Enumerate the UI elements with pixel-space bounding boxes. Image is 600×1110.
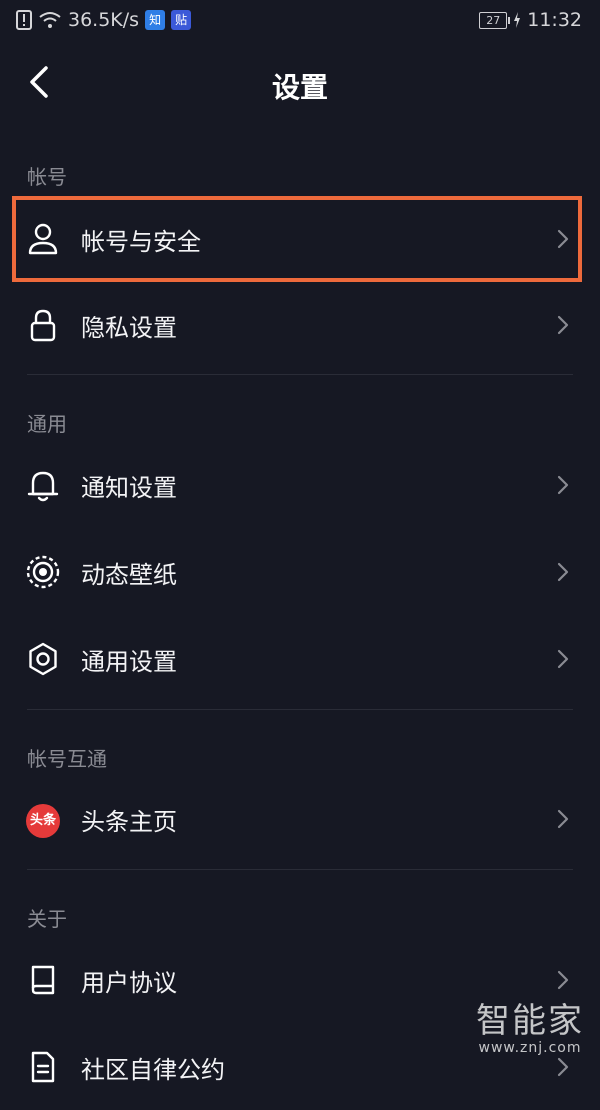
section-heading-general: 通用 <box>27 412 67 436</box>
clock: 11:32 <box>527 9 582 31</box>
gear-icon <box>29 642 57 676</box>
section-heading-about: 关于 <box>27 907 67 931</box>
settings-item-label: 社区自律公约 <box>81 1056 225 1084</box>
settings-item-label: 用户协议 <box>81 969 177 997</box>
settings-item-label: 隐私设置 <box>81 314 177 342</box>
charging-icon <box>514 12 521 28</box>
settings-item-label: 通用设置 <box>81 648 177 676</box>
chevron-right-icon <box>557 970 569 990</box>
chevron-right-icon <box>557 562 569 582</box>
chevron-right-icon <box>557 809 569 829</box>
live-wallpaper-icon <box>26 555 60 589</box>
watermark-url: www.znj.com <box>478 1040 582 1056</box>
settings-item-toutiao-homepage[interactable]: 头条 头条主页 <box>0 776 600 862</box>
status-bar-left: 36.5K/s 知 贴 <box>16 8 192 32</box>
wifi-icon <box>39 12 61 28</box>
settings-item-general[interactable]: 通用设置 <box>0 616 600 702</box>
settings-item-label: 通知设置 <box>81 474 177 502</box>
page-title: 设置 <box>271 71 328 104</box>
settings-item-notifications[interactable]: 通知设置 <box>0 442 600 528</box>
header: 设置 <box>0 40 600 126</box>
watermark: 智能家 www.znj.com <box>476 993 584 1056</box>
settings-item-privacy[interactable]: 隐私设置 <box>0 282 600 368</box>
book-icon <box>31 965 55 995</box>
status-bar: 36.5K/s 知 贴 27 11:32 <box>0 0 600 40</box>
network-speed: 36.5K/s <box>68 9 140 31</box>
chevron-right-icon <box>557 475 569 495</box>
divider <box>27 709 573 710</box>
chevron-right-icon <box>557 649 569 669</box>
watermark-name: 智能家 <box>476 1001 584 1041</box>
section-heading-linked-accounts: 帐号互通 <box>27 747 107 771</box>
settings-item-account-security[interactable]: 帐号与安全 <box>0 196 600 282</box>
document-icon <box>31 1051 55 1083</box>
settings-item-label: 头条主页 <box>81 808 177 836</box>
settings-item-label: 动态壁纸 <box>81 561 177 589</box>
battery-icon: 27 <box>479 11 511 29</box>
zhihu-app-icon: 知 <box>145 10 166 30</box>
toutiao-logo: 头条 <box>26 804 60 838</box>
divider <box>27 869 573 870</box>
settings-item-label: 帐号与安全 <box>81 228 201 256</box>
bell-icon <box>27 471 59 502</box>
chevron-right-icon <box>557 315 569 335</box>
chevron-right-icon <box>557 1057 569 1077</box>
user-icon <box>28 223 58 255</box>
status-bar-right: 27 11:32 <box>479 8 582 32</box>
lock-icon <box>30 309 56 342</box>
tieba-app-icon: 贴 <box>171 10 192 30</box>
settings-item-live-wallpaper[interactable]: 动态壁纸 <box>0 529 600 615</box>
notification-alert-icon <box>16 10 32 30</box>
chevron-right-icon <box>557 229 569 249</box>
section-heading-account: 帐号 <box>27 165 67 189</box>
divider <box>27 374 573 375</box>
